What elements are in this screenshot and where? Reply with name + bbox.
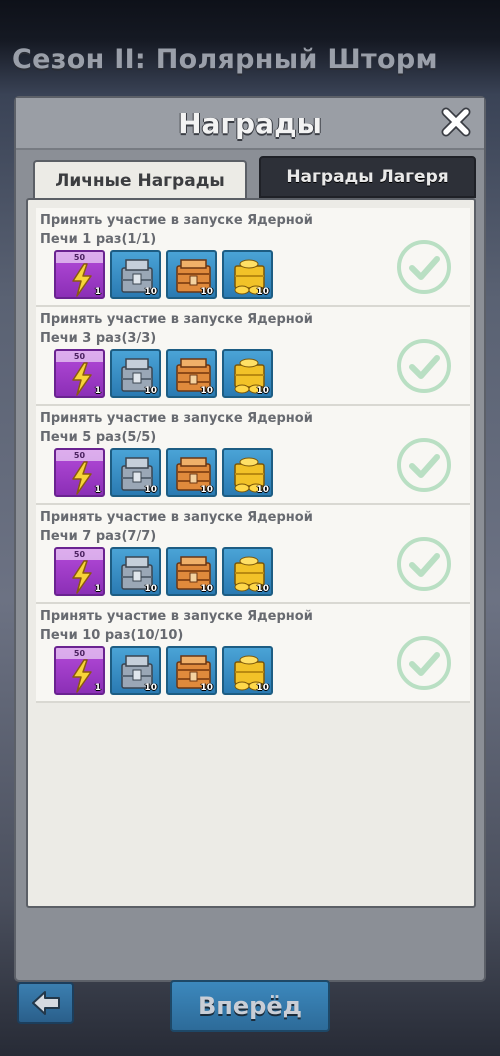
task-line-2: Печи 7 раз(7/7) xyxy=(40,529,157,544)
reward-item[interactable]: 10 xyxy=(166,349,217,398)
item-count: 10 xyxy=(256,287,269,297)
item-count: 10 xyxy=(256,584,269,594)
item-count: 10 xyxy=(200,287,213,297)
reward-items: 50 1 10 10 10 xyxy=(54,547,273,597)
task-line-1: Принять участие в запуске Ядерной xyxy=(40,213,313,228)
item-badge-value: 50 xyxy=(56,450,103,461)
close-icon xyxy=(441,107,471,137)
reward-item[interactable]: 50 1 xyxy=(54,349,105,398)
reward-item[interactable]: 10 xyxy=(110,646,161,695)
task-line-1: Принять участие в запуске Ядерной xyxy=(40,510,313,525)
close-button[interactable] xyxy=(440,106,472,138)
reward-item[interactable]: 10 xyxy=(222,250,273,299)
task-description: Принять участие в запуске Ядерной Печи 1 … xyxy=(40,211,370,249)
reward-items: 50 1 10 10 10 xyxy=(54,646,273,696)
reward-row: Принять участие в запуске Ядерной Печи 3 … xyxy=(36,307,470,406)
reward-item[interactable]: 50 1 xyxy=(54,448,105,497)
modal-header: Награды xyxy=(16,98,484,150)
reward-item[interactable]: 10 xyxy=(166,646,217,695)
task-description: Принять участие в запуске Ядерной Печи 7 … xyxy=(40,508,370,546)
reward-item[interactable]: 50 1 xyxy=(54,250,105,299)
rewards-modal: Награды Личные Награды Награды Лагеря Пр… xyxy=(14,96,486,982)
item-count: 1 xyxy=(94,386,101,396)
item-count: 10 xyxy=(256,683,269,693)
task-line-1: Принять участие в запуске Ядерной xyxy=(40,411,313,426)
item-count: 1 xyxy=(94,584,101,594)
task-line-2: Печи 5 раз(5/5) xyxy=(40,430,157,445)
reward-items: 50 1 10 10 10 xyxy=(54,250,273,300)
item-count: 10 xyxy=(144,485,157,495)
back-button[interactable] xyxy=(17,982,74,1024)
item-count: 10 xyxy=(144,386,157,396)
reward-item[interactable]: 10 xyxy=(110,250,161,299)
task-description: Принять участие в запуске Ядерной Печи 10… xyxy=(40,607,370,645)
task-line-2: Печи 10 раз(10/10) xyxy=(40,628,184,643)
reward-item[interactable]: 10 xyxy=(222,448,273,497)
reward-item[interactable]: 10 xyxy=(222,646,273,695)
item-count: 1 xyxy=(94,485,101,495)
item-count: 10 xyxy=(144,683,157,693)
tab-camp-rewards[interactable]: Награды Лагеря xyxy=(259,156,476,198)
season-title: Сезон II: Полярный Шторм xyxy=(12,44,438,75)
item-count: 10 xyxy=(144,584,157,594)
item-badge-value: 50 xyxy=(56,351,103,362)
item-count: 10 xyxy=(144,287,157,297)
reward-item[interactable]: 10 xyxy=(110,349,161,398)
reward-row: Принять участие в запуске Ядерной Печи 1 … xyxy=(36,208,470,307)
completed-check-icon xyxy=(395,634,453,692)
task-line-1: Принять участие в запуске Ядерной xyxy=(40,609,313,624)
tab-personal-rewards[interactable]: Личные Награды xyxy=(33,160,247,200)
item-count: 1 xyxy=(94,287,101,297)
reward-items: 50 1 10 10 10 xyxy=(54,448,273,498)
task-description: Принять участие в запуске Ядерной Печи 5 … xyxy=(40,409,370,447)
completed-check-icon xyxy=(395,436,453,494)
reward-item[interactable]: 10 xyxy=(166,448,217,497)
reward-row: Принять участие в запуске Ядерной Печи 5 … xyxy=(36,406,470,505)
item-badge-value: 50 xyxy=(56,252,103,263)
item-count: 10 xyxy=(256,386,269,396)
item-count: 10 xyxy=(200,584,213,594)
arrow-left-icon xyxy=(31,991,60,1015)
completed-check-icon xyxy=(395,238,453,296)
reward-list: Принять участие в запуске Ядерной Печи 1 … xyxy=(36,208,470,703)
item-count: 10 xyxy=(200,386,213,396)
task-line-1: Принять участие в запуске Ядерной xyxy=(40,312,313,327)
reward-item[interactable]: 10 xyxy=(110,448,161,497)
reward-item[interactable]: 50 1 xyxy=(54,646,105,695)
item-count: 10 xyxy=(200,683,213,693)
item-badge-value: 50 xyxy=(56,648,103,659)
reward-item[interactable]: 10 xyxy=(222,349,273,398)
reward-item[interactable]: 10 xyxy=(166,547,217,596)
reward-item[interactable]: 10 xyxy=(166,250,217,299)
item-badge-value: 50 xyxy=(56,549,103,560)
next-button[interactable]: Вперёд xyxy=(170,980,330,1032)
item-count: 10 xyxy=(200,485,213,495)
reward-item[interactable]: 10 xyxy=(222,547,273,596)
tab-bar: Личные Награды Награды Лагеря xyxy=(16,156,484,200)
modal-title: Награды xyxy=(178,106,322,140)
reward-row: Принять участие в запуске Ядерной Печи 7 … xyxy=(36,505,470,604)
completed-check-icon xyxy=(395,535,453,593)
task-line-2: Печи 3 раз(3/3) xyxy=(40,331,157,346)
reward-item[interactable]: 10 xyxy=(110,547,161,596)
item-count: 10 xyxy=(256,485,269,495)
rewards-panel: Принять участие в запуске Ядерной Печи 1 … xyxy=(26,198,476,908)
completed-check-icon xyxy=(395,337,453,395)
item-count: 1 xyxy=(94,683,101,693)
task-description: Принять участие в запуске Ядерной Печи 3 … xyxy=(40,310,370,348)
task-line-2: Печи 1 раз(1/1) xyxy=(40,232,157,247)
reward-items: 50 1 10 10 10 xyxy=(54,349,273,399)
reward-item[interactable]: 50 1 xyxy=(54,547,105,596)
reward-row: Принять участие в запуске Ядерной Печи 10… xyxy=(36,604,470,703)
